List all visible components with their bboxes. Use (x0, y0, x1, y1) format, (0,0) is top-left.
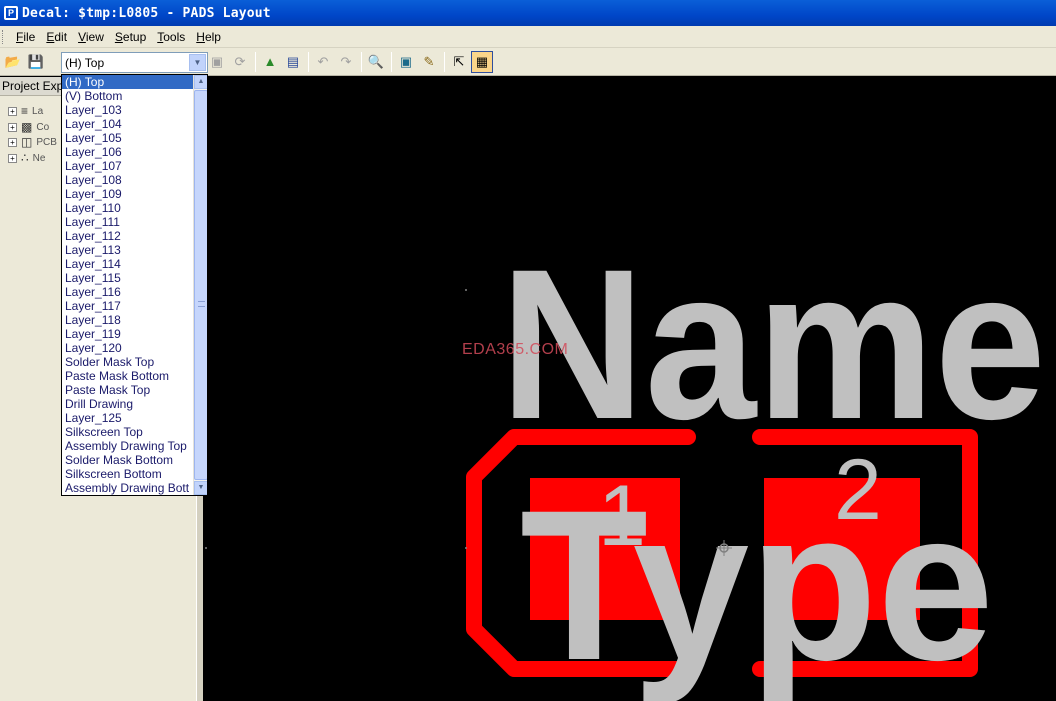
decal-icon: ◫ (21, 135, 33, 149)
open-folder-icon[interactable]: 📂 (2, 51, 24, 73)
save-icon[interactable]: 💾 (25, 51, 47, 73)
layer-option[interactable]: Drill Drawing (62, 397, 193, 411)
expand-icon[interactable]: + (8, 153, 17, 163)
menu-help[interactable]: Help (191, 30, 226, 44)
undo-icon[interactable]: ↶ (312, 51, 334, 73)
scroll-up-icon[interactable]: ▲ (194, 75, 207, 89)
grid-dot (205, 547, 207, 549)
layer-option[interactable]: Assembly Drawing Top (62, 439, 193, 453)
display-icon[interactable]: ▤ (282, 51, 304, 73)
title-bar: P Decal: $tmp:L0805 - PADS Layout (0, 0, 1056, 26)
layer-option[interactable]: Layer_111 (62, 215, 193, 229)
expand-icon[interactable]: + (8, 137, 17, 147)
layer-option[interactable]: Layer_108 (62, 173, 193, 187)
menu-setup[interactable]: Setup (110, 30, 151, 44)
pad-2-number: 2 (834, 442, 882, 538)
layer-option[interactable]: Assembly Drawing Bott (62, 481, 193, 495)
layer-option[interactable]: Layer_115 (62, 271, 193, 285)
window-title: Decal: $tmp:L0805 - PADS Layout (22, 5, 271, 21)
layer-options: (H) Top (V) Bottom Layer_103 Layer_104 Layer… (62, 75, 207, 495)
layer-option[interactable]: Layer_125 (62, 411, 193, 425)
layer-option[interactable]: (V) Bottom (62, 89, 193, 103)
tree-item-pcb-decals[interactable]: + ◫ PCB (8, 134, 57, 150)
layer-option[interactable]: Layer_120 (62, 341, 193, 355)
decal-drawing: Name Type 1 2 (205, 225, 1046, 701)
grid-dot (465, 547, 467, 549)
layer-combobox[interactable]: (H) Top ▼ (61, 52, 208, 73)
type-label[interactable]: Type (520, 466, 994, 701)
scroll-down-icon[interactable]: ▼ (194, 481, 207, 495)
layer-option[interactable]: Paste Mask Bottom (62, 369, 193, 383)
menu-tools[interactable]: Tools (152, 30, 190, 44)
menu-edit[interactable]: Edit (41, 30, 72, 44)
layer-option[interactable]: Layer_106 (62, 145, 193, 159)
grid-dot (465, 289, 467, 291)
nets-icon: ∴ (21, 151, 29, 165)
layer-option[interactable]: Layer_109 (62, 187, 193, 201)
layers-icon: ≡ (21, 104, 29, 118)
menu-bar: File Edit View Setup Tools Help (0, 26, 1056, 48)
layer-icon[interactable]: ▲ (259, 51, 281, 73)
tree-item-nets[interactable]: + ∴ Ne (8, 150, 45, 166)
layer-option[interactable]: Silkscreen Top (62, 425, 193, 439)
layer-option[interactable]: Layer_112 (62, 229, 193, 243)
redo-icon[interactable]: ↷ (335, 51, 357, 73)
tree-item-layers[interactable]: + ≡ La (8, 103, 43, 119)
refresh-icon[interactable]: ⟳ (229, 51, 251, 73)
watermark: EDA365.COM (462, 341, 569, 358)
name-label[interactable]: Name (500, 225, 1046, 464)
brush-icon[interactable]: ✎ (418, 51, 440, 73)
view-icon[interactable]: ▣ (395, 51, 417, 73)
layer-option[interactable]: Layer_114 (62, 257, 193, 271)
tree-item-components[interactable]: + ▩ Co (8, 119, 49, 135)
layer-option[interactable]: Layer_105 (62, 131, 193, 145)
menu-view[interactable]: View (73, 30, 109, 44)
layer-option[interactable]: Paste Mask Top (62, 383, 193, 397)
layer-option[interactable]: Layer_118 (62, 313, 193, 327)
layer-option[interactable]: Layer_119 (62, 327, 193, 341)
app-icon: P (4, 6, 18, 20)
layer-option[interactable]: Solder Mask Top (62, 355, 193, 369)
pad-1-number: 1 (598, 468, 646, 564)
layer-dropdown-list: (H) Top (V) Bottom Layer_103 Layer_104 Layer… (61, 74, 208, 496)
project-explorer-icon[interactable]: ▦ (471, 50, 493, 73)
layer-option[interactable]: Layer_107 (62, 159, 193, 173)
design-canvas[interactable]: Name Type 1 2 EDA365.COM (204, 77, 1056, 701)
select-icon[interactable]: ⇱ (448, 51, 470, 73)
layer-option[interactable]: Layer_116 (62, 285, 193, 299)
layer-option[interactable]: Layer_104 (62, 117, 193, 131)
layer-option[interactable]: Layer_117 (62, 299, 193, 313)
layer-option[interactable]: Layer_113 (62, 243, 193, 257)
zoom-icon[interactable]: 🔍 (365, 51, 387, 73)
chevron-down-icon[interactable]: ▼ (189, 54, 206, 71)
properties-icon[interactable]: ▣ (206, 51, 228, 73)
layer-option[interactable]: Layer_103 (62, 103, 193, 117)
chip-icon: ▩ (21, 120, 33, 134)
layer-option[interactable]: Layer_110 (62, 201, 193, 215)
menu-grip (2, 29, 5, 44)
expand-icon[interactable]: + (8, 122, 17, 132)
layer-combobox-value: (H) Top (65, 55, 105, 70)
layer-option[interactable]: Solder Mask Bottom (62, 453, 193, 467)
expand-icon[interactable]: + (8, 106, 17, 116)
scroll-thumb[interactable] (194, 90, 207, 480)
menu-file[interactable]: File (11, 30, 40, 44)
dropdown-scrollbar[interactable]: ▲ ▼ (193, 75, 207, 495)
layer-option[interactable]: Silkscreen Bottom (62, 467, 193, 481)
layer-option[interactable]: (H) Top (62, 75, 193, 89)
